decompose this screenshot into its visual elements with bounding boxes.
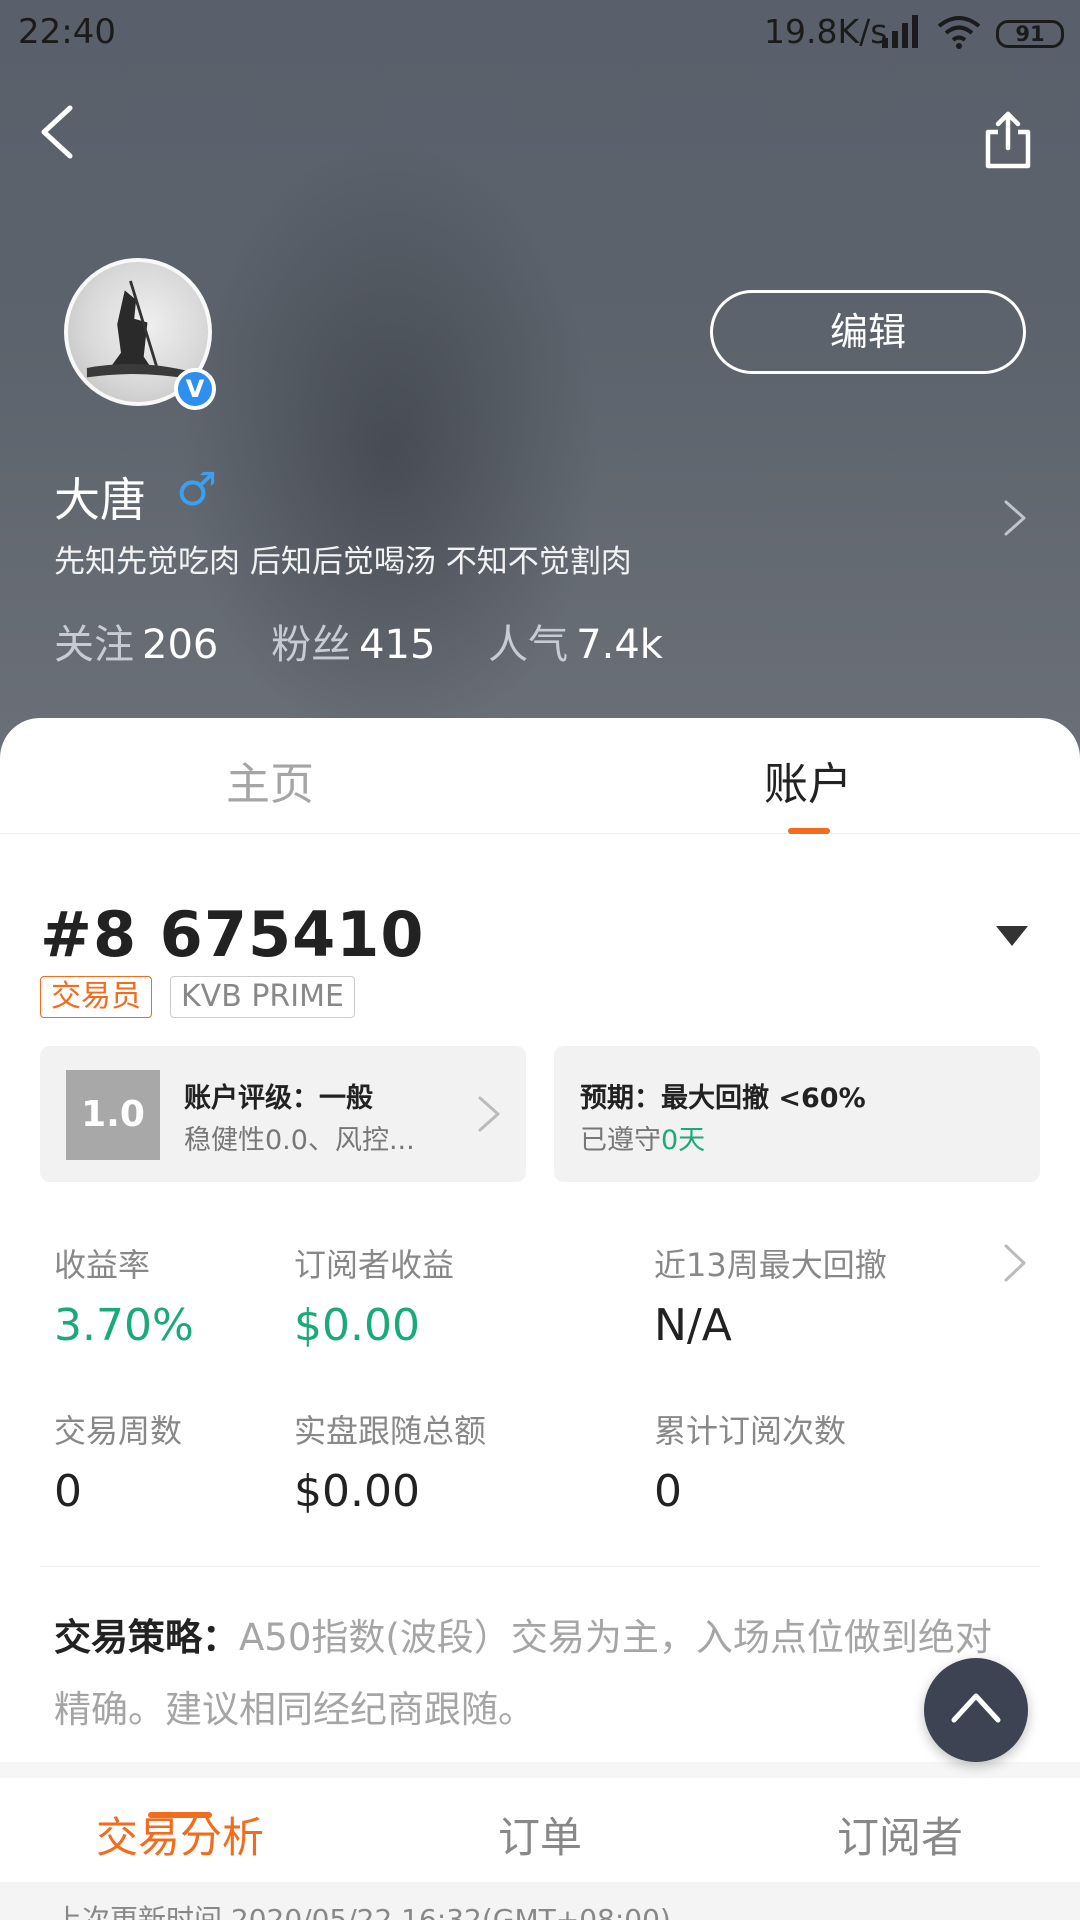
battery-indicator: 91 bbox=[996, 20, 1064, 48]
status-network-speed: 19.8K/s bbox=[764, 12, 888, 51]
broker-tag: KVB PRIME bbox=[170, 976, 355, 1018]
strategy-label: 交易策略： bbox=[54, 1616, 239, 1659]
account-rating-card[interactable]: 1.0 账户评级：一般 稳健性0.0、风控... bbox=[40, 1046, 526, 1182]
back-icon[interactable] bbox=[30, 100, 86, 164]
content-card: 主页 账户 #8 675410 交易员 KVB PRIME 1.0 账户评级：一… bbox=[0, 718, 1080, 1920]
expectation-card: 预期：最大回撤 <60% 已遵守0天 bbox=[554, 1046, 1040, 1182]
section-divider bbox=[40, 1566, 1040, 1567]
chevron-right-icon[interactable] bbox=[1000, 496, 1030, 540]
kept-days: 0天 bbox=[661, 1125, 706, 1156]
chevron-right-icon[interactable] bbox=[1002, 1242, 1028, 1284]
metric-label: 订阅者收益 bbox=[294, 1246, 455, 1284]
stat-label: 关注 bbox=[54, 622, 134, 668]
stat-value: 415 bbox=[359, 622, 436, 668]
rating-score: 1.0 bbox=[66, 1070, 160, 1160]
chevron-right-icon bbox=[478, 1096, 500, 1132]
metric-subscription-count: 累计订阅次数 0 bbox=[654, 1406, 846, 1517]
stat-followers[interactable]: 粉丝 415 bbox=[271, 612, 435, 670]
metric-max-drawdown[interactable]: 近13周最大回撤 N/A bbox=[654, 1240, 887, 1351]
stat-value: 206 bbox=[142, 622, 219, 668]
status-bar: 22:40 19.8K/s 91 bbox=[0, 0, 1080, 66]
rating-subtitle: 稳健性0.0、风控... bbox=[184, 1125, 415, 1156]
active-tab-indicator bbox=[788, 828, 830, 834]
metric-label: 实盘跟随总额 bbox=[294, 1412, 487, 1450]
metric-value: $0.00 bbox=[294, 1300, 420, 1351]
stat-following[interactable]: 关注 206 bbox=[54, 612, 218, 670]
main-tabs: 主页 账户 bbox=[0, 718, 1080, 834]
last-update-time: 上次更新时间 2020/05/22 16:32(GMT+08:00) bbox=[54, 1903, 671, 1920]
metric-value: N/A bbox=[654, 1300, 732, 1351]
scroll-to-top-button[interactable] bbox=[924, 1658, 1028, 1762]
stat-label: 粉丝 bbox=[271, 622, 352, 668]
account-number: #8 675410 bbox=[40, 898, 425, 971]
trading-strategy: 交易策略：A50指数(波段）交易为主，入场点位做到绝对精确。建议相同经纪商跟随。 bbox=[54, 1602, 1014, 1746]
male-icon: ♂ bbox=[176, 462, 218, 516]
kept-prefix: 已遵守 bbox=[580, 1125, 661, 1156]
wifi-icon bbox=[937, 16, 981, 49]
metric-trading-weeks: 交易周数 0 bbox=[54, 1406, 182, 1517]
metric-subscriber-return: 订阅者收益 $0.00 bbox=[294, 1240, 454, 1351]
stat-popularity: 人气 7.4k bbox=[488, 612, 663, 670]
metric-value: 3.70% bbox=[54, 1300, 194, 1351]
user-bio: 先知先觉吃肉 后知后觉喝汤 不知不觉割肉 bbox=[54, 544, 632, 580]
stat-value: 7.4k bbox=[576, 622, 663, 668]
sub-tabs: 交易分析 订单 订阅者 bbox=[0, 1778, 1080, 1888]
rating-title: 账户评级：一般 bbox=[184, 1083, 373, 1114]
verified-badge: V bbox=[174, 368, 216, 410]
metric-return-rate: 收益率 3.70% bbox=[54, 1240, 194, 1351]
profile-header: 22:40 19.8K/s 91 V 编辑 大唐 ♂ 先知先觉吃肉 后知后觉喝汤… bbox=[0, 0, 1080, 760]
metric-label: 收益率 bbox=[54, 1246, 151, 1284]
metric-label: 交易周数 bbox=[54, 1412, 183, 1450]
dropdown-triangle-icon[interactable] bbox=[994, 924, 1030, 948]
profile-stats: 关注 206 粉丝 415 人气 7.4k bbox=[54, 612, 703, 670]
metric-label: 近13周最大回撤 bbox=[654, 1246, 887, 1284]
share-icon[interactable] bbox=[980, 108, 1036, 172]
expectation-title: 预期：最大回撤 <60% bbox=[580, 1083, 866, 1114]
tab-account[interactable]: 账户 bbox=[658, 748, 958, 812]
subtab-orders[interactable]: 订单 bbox=[410, 1804, 670, 1865]
user-name: 大唐 bbox=[54, 473, 146, 527]
expectation-kept: 已遵守0天 bbox=[580, 1118, 705, 1157]
metric-value: $0.00 bbox=[294, 1466, 420, 1517]
subtab-subscribers[interactable]: 订阅者 bbox=[770, 1804, 1030, 1865]
edit-profile-button[interactable]: 编辑 bbox=[710, 290, 1026, 374]
active-subtab-indicator bbox=[148, 1812, 212, 1818]
metric-value: 0 bbox=[654, 1466, 682, 1517]
metric-label: 累计订阅次数 bbox=[654, 1412, 847, 1450]
metric-value: 0 bbox=[54, 1466, 82, 1517]
tab-home[interactable]: 主页 bbox=[120, 748, 420, 812]
chevron-up-icon bbox=[951, 1693, 1001, 1723]
signal-icon bbox=[882, 15, 918, 48]
stat-label: 人气 bbox=[488, 622, 569, 668]
trader-tag: 交易员 bbox=[40, 976, 152, 1018]
section-separator bbox=[0, 1762, 1080, 1778]
status-time: 22:40 bbox=[18, 12, 116, 52]
metric-follow-total: 实盘跟随总额 $0.00 bbox=[294, 1406, 486, 1517]
